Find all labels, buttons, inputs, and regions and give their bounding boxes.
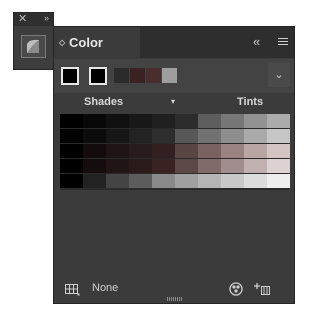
color-variation-cell[interactable]: [175, 174, 198, 188]
variation-menu-caret-icon[interactable]: ▾: [171, 97, 175, 106]
edit-colors-icon[interactable]: [229, 282, 243, 296]
color-variation-cell[interactable]: [60, 144, 83, 158]
color-variation-cell[interactable]: [267, 144, 290, 158]
color-variation-cell[interactable]: [175, 144, 198, 158]
color-variation-cell[interactable]: [83, 129, 106, 143]
harmony-swatch[interactable]: [130, 68, 145, 83]
color-variation-cell[interactable]: [221, 129, 244, 143]
color-variation-cell[interactable]: [106, 144, 129, 158]
color-variation-cell[interactable]: [244, 114, 267, 128]
color-variation-cell[interactable]: [244, 174, 267, 188]
color-variation-cell[interactable]: [244, 129, 267, 143]
color-variation-cell[interactable]: [198, 174, 221, 188]
color-variation-cell[interactable]: [129, 129, 152, 143]
color-variation-cell[interactable]: [198, 114, 221, 128]
color-variation-cell[interactable]: [106, 159, 129, 173]
color-variation-cell[interactable]: [129, 159, 152, 173]
harmony-swatch-row: ⌄: [54, 59, 294, 93]
tab-color-guide[interactable]: ◇ Color Guide: [54, 27, 140, 81]
color-variation-cell[interactable]: [152, 114, 175, 128]
color-variation-cell[interactable]: [175, 114, 198, 128]
collapsed-panel-titlebar: ✕ »: [14, 13, 53, 26]
color-variation-cell[interactable]: [198, 144, 221, 158]
color-group-grid-icon[interactable]: [65, 284, 80, 296]
color-variation-cell[interactable]: [129, 144, 152, 158]
close-icon[interactable]: ✕: [18, 13, 27, 26]
color-variation-cell[interactable]: [152, 159, 175, 173]
harmony-swatch[interactable]: [114, 68, 129, 83]
color-variation-cell[interactable]: [267, 174, 290, 188]
color-variation-cell[interactable]: [106, 174, 129, 188]
resize-grip[interactable]: [167, 297, 183, 301]
color-variation-cell[interactable]: [83, 159, 106, 173]
color-variation-cell[interactable]: [106, 114, 129, 128]
color-variation-cell[interactable]: [60, 129, 83, 143]
color-variation-cell[interactable]: [129, 174, 152, 188]
collapsed-panel: ✕ »: [13, 12, 54, 70]
color-variation-cell[interactable]: [83, 144, 106, 158]
color-variation-cell[interactable]: [244, 159, 267, 173]
color-variation-cell[interactable]: [244, 144, 267, 158]
harmony-rules-dropdown[interactable]: ⌄: [268, 63, 290, 87]
color-variation-cell[interactable]: [175, 129, 198, 143]
expand-panels-icon[interactable]: »: [44, 12, 49, 25]
shades-label: Shades: [84, 96, 124, 108]
color-variation-cell[interactable]: [198, 159, 221, 173]
color-variation-cell[interactable]: [221, 174, 244, 188]
color-variation-cell[interactable]: [221, 159, 244, 173]
panel-tabbar: ◇ Color Guide «: [54, 27, 294, 81]
color-variation-cell[interactable]: [106, 129, 129, 143]
color-guide-panel: ◇ Color Guide « ⌄ Shades ▾ Tints None: [53, 26, 295, 304]
harmony-swatch[interactable]: [146, 68, 161, 83]
tab-arrow-icon[interactable]: ◇: [59, 27, 65, 58]
color-variation-grid: [60, 114, 290, 190]
color-variation-cell[interactable]: [175, 159, 198, 173]
color-variation-cell[interactable]: [152, 129, 175, 143]
color-variation-cell[interactable]: [267, 159, 290, 173]
variation-labels: Shades ▾ Tints: [54, 93, 294, 113]
color-variation-cell[interactable]: [129, 114, 152, 128]
base-color-swatch[interactable]: [89, 67, 107, 85]
collapse-icon[interactable]: «: [253, 35, 260, 49]
limit-library-label[interactable]: None: [92, 282, 118, 294]
color-variation-cell[interactable]: [83, 174, 106, 188]
color-variation-cell[interactable]: [267, 129, 290, 143]
color-guide-icon[interactable]: [21, 35, 46, 58]
tints-label: Tints: [237, 96, 264, 108]
color-variation-cell[interactable]: [267, 114, 290, 128]
color-variation-cell[interactable]: [152, 144, 175, 158]
chevron-down-icon: ⌄: [274, 69, 284, 81]
color-variation-cell[interactable]: [83, 114, 106, 128]
color-variation-cell[interactable]: [221, 114, 244, 128]
color-variation-cell[interactable]: [60, 174, 83, 188]
color-variation-cell[interactable]: [60, 159, 83, 173]
color-variation-cell[interactable]: [60, 114, 83, 128]
hamburger-menu-icon[interactable]: [278, 38, 288, 46]
color-variation-cell[interactable]: [198, 129, 221, 143]
current-color-swatch[interactable]: [61, 67, 79, 85]
color-variation-cell[interactable]: [152, 174, 175, 188]
color-variation-cell[interactable]: [221, 144, 244, 158]
save-to-swatches-icon[interactable]: [253, 282, 271, 296]
harmony-swatch[interactable]: [162, 68, 177, 83]
